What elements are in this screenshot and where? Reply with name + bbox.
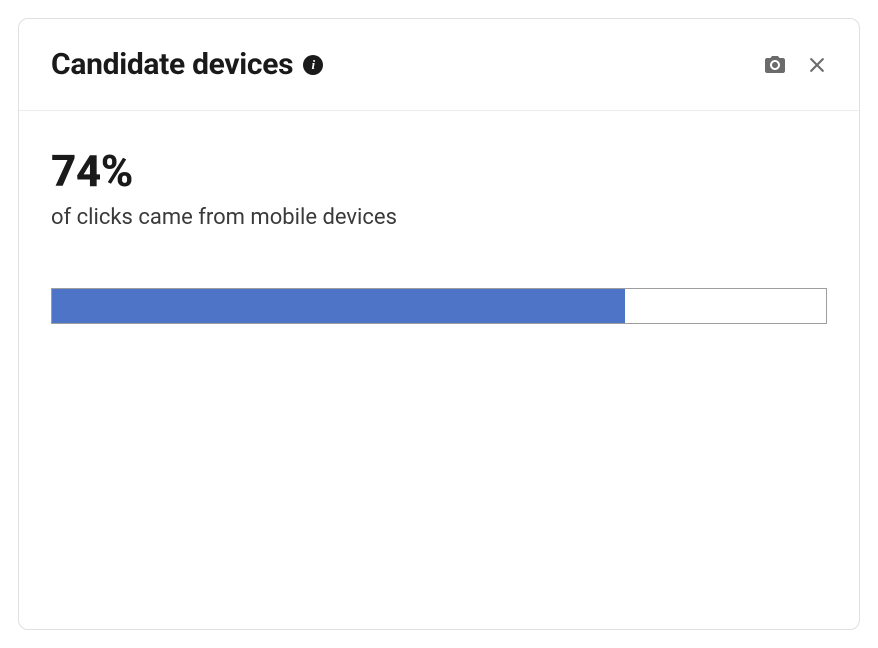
- progress-bar: [51, 288, 827, 324]
- card-body: 74% of clicks came from mobile devices: [19, 111, 859, 356]
- card-header: Candidate devices i: [19, 19, 859, 111]
- percent-value: 74%: [51, 147, 827, 195]
- close-icon[interactable]: [807, 55, 827, 75]
- card-title: Candidate devices: [51, 47, 293, 82]
- info-icon[interactable]: i: [303, 55, 323, 75]
- percent-subtext: of clicks came from mobile devices: [51, 205, 827, 230]
- card-title-group: Candidate devices i: [51, 47, 323, 82]
- candidate-devices-card: Candidate devices i 74% of clicks came f…: [18, 18, 860, 630]
- progress-fill: [52, 289, 625, 323]
- header-actions: [763, 53, 827, 77]
- camera-icon[interactable]: [763, 53, 787, 77]
